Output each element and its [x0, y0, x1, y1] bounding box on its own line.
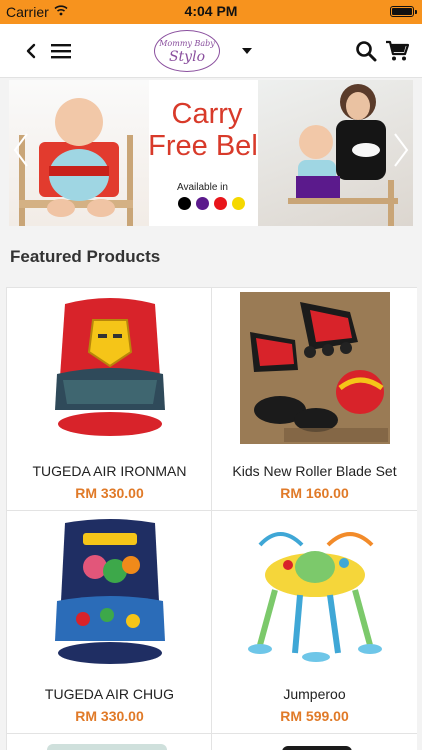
clock: 4:04 PM: [184, 3, 238, 19]
promo-banner[interactable]: Carry Free Belt Available in: [9, 80, 413, 226]
product-card[interactable]: TUGEDA AIR IRONMAN RM 330.00: [7, 288, 212, 511]
chevron-left-icon: [26, 43, 36, 59]
product-grid: TUGEDA AIR IRONMAN RM 330.00 Kids New Ro…: [6, 287, 417, 750]
carousel-prev-icon[interactable]: [11, 130, 31, 170]
product-image-jumperoo: [240, 515, 390, 667]
available-in-label: Available in: [177, 182, 228, 193]
product-name: TUGEDA AIR IRONMAN: [32, 463, 187, 479]
brand-dropdown-button[interactable]: [232, 36, 262, 66]
product-name: TUGEDA AIR CHUG: [44, 686, 175, 702]
featured-products-heading: Featured Products: [10, 247, 161, 266]
cart-button[interactable]: [382, 36, 412, 66]
carousel-next-icon[interactable]: [391, 130, 411, 170]
banner-headline: Carry Free Belt: [148, 98, 266, 162]
product-price: RM 599.00: [280, 708, 349, 724]
product-image-tugeda-ironman: [35, 292, 185, 444]
battery-icon: [390, 6, 417, 17]
product-card[interactable]: Jumperoo RM 599.00: [212, 511, 417, 734]
status-bar: Carrier 4:04 PM: [0, 0, 422, 24]
product-image-partial: [47, 744, 167, 750]
product-card-partial[interactable]: [7, 734, 212, 750]
color-dot-black: [178, 197, 191, 210]
color-options: [178, 197, 245, 210]
product-image-roller-blade-set: [240, 292, 390, 444]
search-icon: [356, 41, 377, 62]
brand-logo[interactable]: Mommy Baby Stylo: [154, 30, 220, 72]
back-button[interactable]: [16, 36, 46, 66]
dropdown-caret-icon: [242, 48, 252, 54]
product-card-partial[interactable]: [212, 734, 417, 750]
color-dot-yellow: [232, 197, 245, 210]
logo-line1: Mommy Baby: [159, 39, 215, 48]
search-button[interactable]: [351, 36, 381, 66]
product-price: RM 330.00: [75, 485, 144, 501]
product-card[interactable]: TUGEDA AIR CHUG RM 330.00: [7, 511, 212, 734]
product-price: RM 160.00: [280, 485, 349, 501]
logo-line2: Stylo: [168, 49, 206, 65]
product-name: Jumperoo: [283, 686, 346, 702]
product-price: RM 330.00: [75, 708, 144, 724]
hamburger-menu-icon: [51, 44, 71, 59]
color-dot-red: [214, 197, 227, 210]
banner-photo-mother-feeding: [258, 80, 413, 226]
navigation-bar: Mommy Baby Stylo: [0, 24, 422, 78]
product-image-partial: [282, 746, 352, 750]
product-name: Kids New Roller Blade Set: [232, 463, 397, 479]
menu-button[interactable]: [46, 36, 76, 66]
color-dot-purple: [196, 197, 209, 210]
cart-icon: [386, 40, 409, 61]
product-image-tugeda-chug: [35, 515, 185, 667]
product-card[interactable]: Kids New Roller Blade Set RM 160.00: [212, 288, 417, 511]
